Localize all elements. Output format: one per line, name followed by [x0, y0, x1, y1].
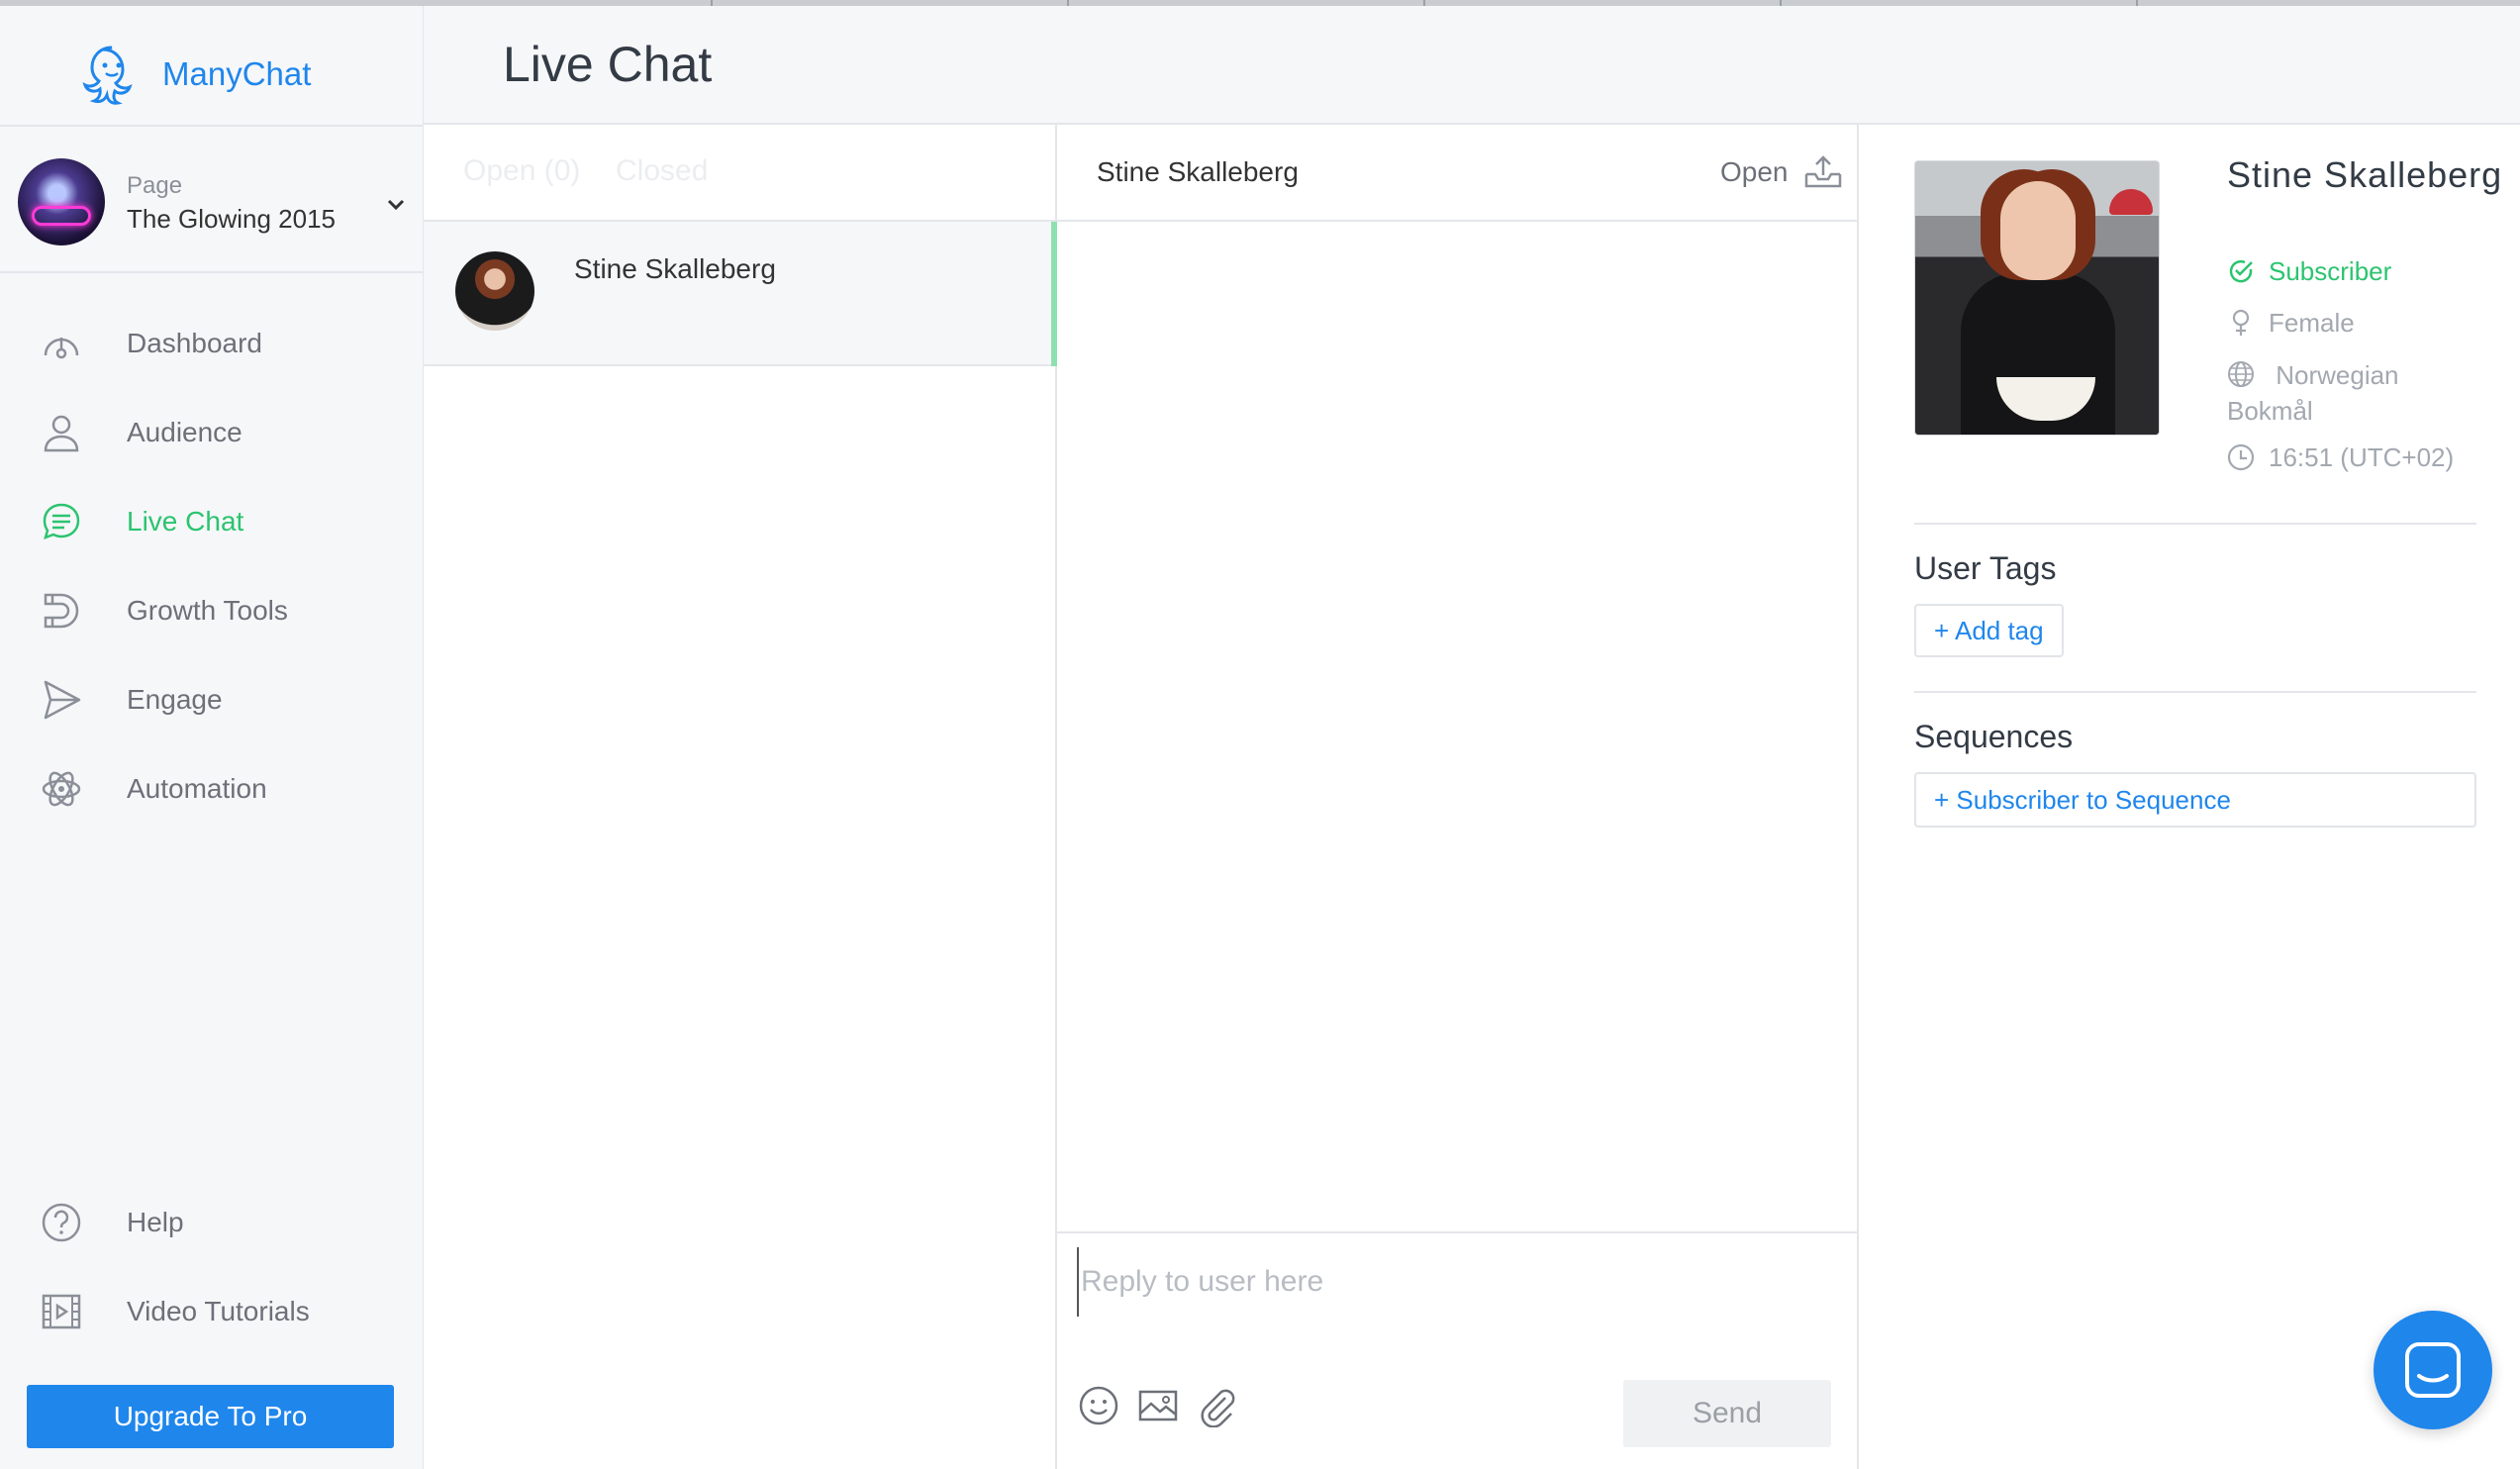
local-time-row: 16:51 (UTC+02) [2227, 440, 2454, 475]
reply-input[interactable] [1077, 1247, 1839, 1317]
profile-photo [1914, 160, 2160, 436]
check-circle-icon [2229, 259, 2253, 283]
nav-item-label: Live Chat [127, 506, 244, 537]
nav-item-help[interactable]: Help [0, 1188, 424, 1257]
nav-item-label: Help [127, 1207, 184, 1237]
paperclip-icon[interactable] [1196, 1384, 1239, 1427]
page-title: Live Chat [503, 37, 713, 92]
nav-item-label: Engage [127, 684, 223, 715]
nav-item-label: Video Tutorials [127, 1296, 310, 1326]
conversation-item[interactable]: Stine Skalleberg [424, 222, 1057, 366]
avatar [455, 251, 534, 331]
nav-item-dashboard[interactable]: Dashboard [0, 309, 424, 378]
female-icon [2232, 309, 2250, 336]
nav-item-audience[interactable]: Audience [0, 398, 424, 467]
page-header: Live Chat [424, 6, 2520, 125]
language-row: Norwegian Bokmål [2227, 356, 2484, 429]
sidebar-divider [0, 125, 424, 127]
conversation-tabs: Open (0) Closed [424, 125, 1057, 222]
tab-open[interactable]: Open (0) [463, 154, 580, 188]
chat-user-name: Stine Skalleberg [1097, 156, 1299, 187]
chat-header: Stine Skalleberg Open [1057, 125, 1859, 222]
upgrade-to-pro-button[interactable]: Upgrade To Pro [27, 1385, 394, 1448]
send-button[interactable]: Send [1623, 1380, 1831, 1447]
user-icon [44, 415, 79, 452]
nav-item-label: Audience [127, 417, 242, 447]
sequences-title: Sequences [1914, 719, 2074, 754]
conversation-list: Open (0) Closed Stine Skalleberg [424, 125, 1057, 1469]
magnet-icon [44, 593, 79, 629]
page-name: The Glowing 2015 [127, 204, 337, 234]
page-avatar [18, 158, 105, 245]
add-tag-button[interactable]: + Add tag [1914, 604, 2064, 657]
help-icon [42, 1203, 81, 1242]
film-icon [42, 1294, 81, 1329]
conversation-status[interactable]: Open [1720, 156, 1789, 188]
clock-icon [2227, 443, 2255, 471]
brand-logo[interactable]: ManyChat [79, 40, 311, 109]
page-selector[interactable]: Page The Glowing 2015 [18, 154, 414, 249]
globe-icon [2228, 361, 2254, 387]
octopus-logo-icon [82, 46, 133, 105]
sidebar: ManyChat Page The Glowing 2015 Dashboard… [0, 6, 424, 1469]
chat-bubble-icon [43, 503, 80, 540]
nav-item-growth-tools[interactable]: Growth Tools [0, 576, 424, 645]
inbox-upload-icon[interactable] [1803, 154, 1843, 190]
user-tags-title: User Tags [1914, 550, 2057, 586]
gender-value: Female [2269, 308, 2355, 338]
conversation-name: Stine Skalleberg [574, 253, 776, 284]
page-label: Page [127, 172, 183, 199]
subscriber-status-label: Subscriber [2269, 256, 2392, 286]
send-icon [44, 680, 81, 720]
nav-item-label: Automation [127, 773, 267, 804]
subscriber-status: Subscriber [2227, 253, 2391, 289]
emoji-icon[interactable] [1077, 1384, 1120, 1427]
add-to-sequence-button[interactable]: + Subscriber to Sequence [1914, 772, 2476, 828]
chat-panel: Stine Skalleberg Open Send [1057, 125, 1859, 1469]
nav-item-label: Growth Tools [127, 595, 288, 626]
nav-item-live-chat[interactable]: Live Chat [0, 487, 424, 556]
gender-row: Female [2227, 305, 2355, 341]
image-icon[interactable] [1136, 1384, 1180, 1427]
support-chat-button[interactable] [2374, 1311, 2492, 1429]
gauge-icon [44, 338, 79, 359]
local-time-value: 16:51 (UTC+02) [2269, 442, 2455, 472]
brand-name: ManyChat [162, 55, 312, 92]
nav-item-engage[interactable]: Engage [0, 665, 424, 734]
chat-widget-icon [2405, 1342, 2461, 1398]
sidebar-divider [0, 271, 424, 273]
nav-item-label: Dashboard [127, 328, 262, 358]
chevron-down-icon[interactable] [384, 192, 408, 216]
profile-divider [1914, 523, 2476, 525]
user-profile-panel: Stine Skalleberg Subscriber Female Norwe… [1859, 125, 2520, 1469]
nav-item-automation[interactable]: Automation [0, 754, 424, 824]
tab-closed[interactable]: Closed [616, 154, 708, 188]
atom-icon [42, 771, 81, 807]
nav-item-video-tutorials[interactable]: Video Tutorials [0, 1277, 424, 1346]
profile-name: Stine Skalleberg [2227, 154, 2503, 195]
profile-divider [1914, 691, 2476, 693]
reply-composer: Send [1057, 1231, 1859, 1469]
